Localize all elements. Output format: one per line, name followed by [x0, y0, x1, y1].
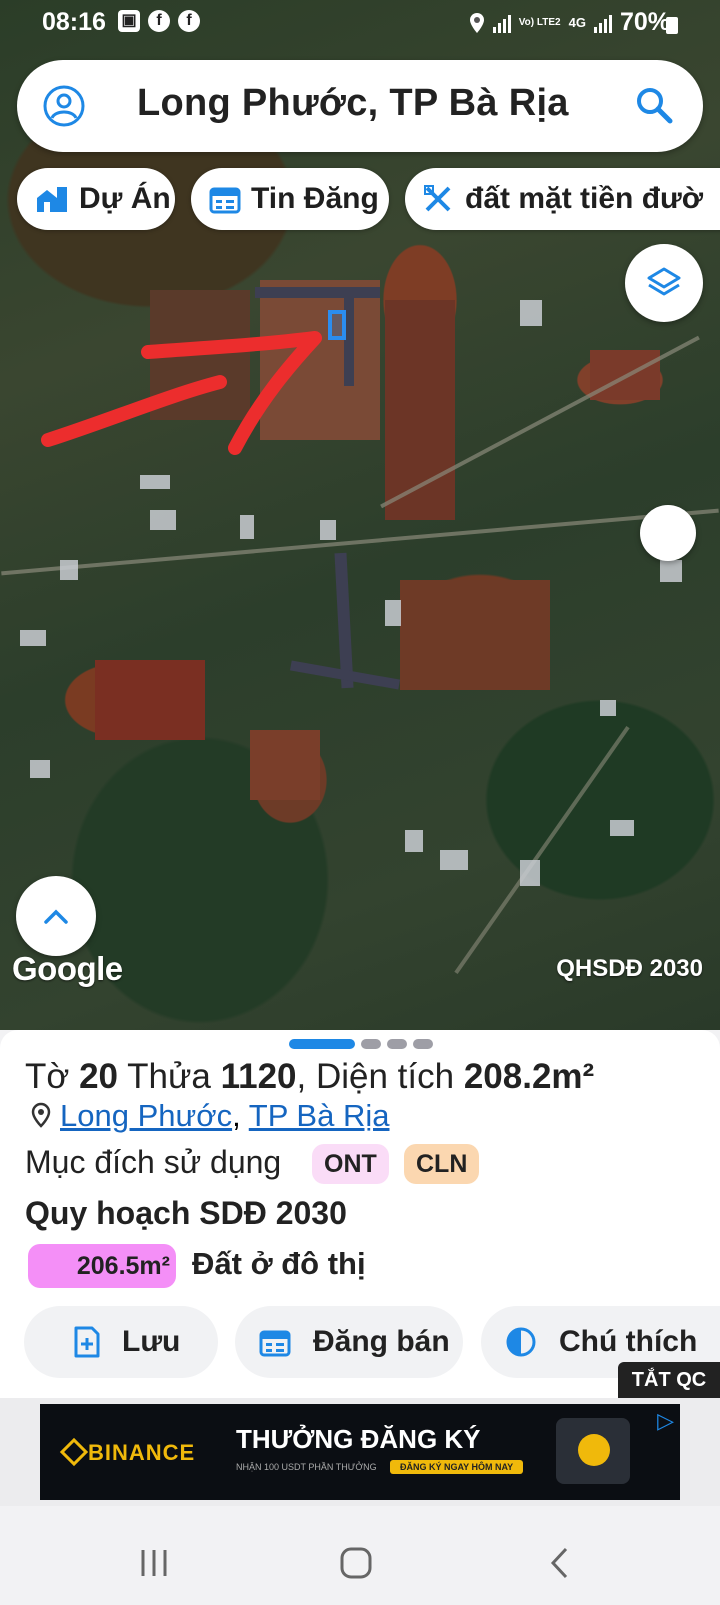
chip-label: Dự Án — [79, 182, 171, 215]
location-separator: , — [232, 1098, 241, 1133]
ad-subline: NHẬN 100 USDT PHẦN THƯỞNG — [236, 1462, 377, 1472]
chip-label: đất mặt tiền đườ — [465, 182, 704, 215]
parcel-summary: Tờ 20 Thửa 1120, Diện tích 208.2m² — [25, 1057, 594, 1097]
building-icon — [37, 187, 67, 212]
parcel-area: 208.2m² — [463, 1057, 595, 1096]
parcel-overlay — [41, 310, 346, 455]
red-arrow-tail — [41, 375, 227, 447]
parcel-location: Long Phước, TP Bà Rịa — [30, 1098, 389, 1134]
contrast-icon — [506, 1327, 536, 1357]
ad-coin-icon — [578, 1434, 610, 1466]
calendar-icon — [209, 187, 241, 214]
location-icon — [469, 12, 484, 33]
location-link-commune[interactable]: Long Phước — [60, 1098, 232, 1133]
adchoices-icon[interactable]: ▷ — [657, 1408, 674, 1434]
volte-label: Vo) LTE2 — [518, 16, 561, 28]
sheet-prefix: Tờ — [25, 1057, 70, 1096]
battery-percent: 70% — [619, 8, 670, 36]
save-button[interactable]: Lưu — [24, 1306, 218, 1378]
facebook-icon: f — [178, 10, 200, 32]
plan-area-badge: 206.5m² — [28, 1244, 176, 1288]
signal-icon — [593, 13, 612, 33]
sheet-number: 20 — [79, 1057, 119, 1096]
layers-button[interactable] — [625, 244, 703, 322]
ad-brand: BINANCE — [88, 1440, 196, 1465]
chip-label: Tin Đăng — [251, 182, 379, 215]
network-type: 4G — [568, 14, 586, 30]
area-prefix: , Diện tích — [296, 1057, 455, 1096]
planning-layer-label: QHSDĐ 2030 — [556, 955, 703, 982]
gallery-icon: ▣ — [118, 10, 140, 32]
usage-tag-cln[interactable]: CLN — [404, 1144, 480, 1184]
chip-du-an[interactable]: Dự Án — [17, 168, 175, 230]
satellite-map[interactable] — [0, 0, 720, 1030]
binance-ad[interactable]: BINANCE THƯỞNG ĐĂNG KÝ NHẬN 100 USDT PHẦ… — [40, 1404, 680, 1500]
bookmark-add-icon — [74, 1326, 100, 1358]
ad-banner-area: BINANCE THƯỞNG ĐĂNG KÝ NHẬN 100 USDT PHẦ… — [0, 1398, 720, 1506]
location-link-city[interactable]: TP Bà Rịa — [249, 1098, 390, 1133]
plan-title: Quy hoạch SDĐ 2030 — [25, 1195, 347, 1231]
account-icon[interactable] — [43, 85, 85, 127]
search-icon[interactable] — [635, 86, 673, 124]
usage-tag-ont[interactable]: ONT — [312, 1144, 389, 1184]
clock: 08:16 — [42, 8, 106, 36]
google-logo: Google — [12, 950, 123, 987]
save-button-label: Lưu — [122, 1325, 181, 1358]
back-icon[interactable] — [548, 1546, 570, 1580]
sheet-page-indicator[interactable] — [289, 1039, 433, 1049]
map-control-button[interactable] — [640, 505, 696, 561]
status-bar: 08:16 ▣ f f Vo) LTE2 4G 70% — [0, 0, 720, 52]
parcel-number: 1120 — [220, 1057, 297, 1096]
recent-apps-icon[interactable] — [138, 1546, 170, 1580]
parcel-prefix: Thửa — [127, 1057, 211, 1096]
chevron-up-icon — [44, 909, 68, 924]
ad-headline: THƯỞNG ĐĂNG KÝ — [236, 1424, 481, 1454]
selected-parcel-outline — [328, 310, 346, 340]
ad-cta[interactable]: ĐĂNG KÝ NGAY HÔM NAY — [390, 1460, 524, 1474]
search-bar[interactable]: Long Phước, TP Bà Rịa — [17, 60, 703, 152]
calendar-icon — [259, 1330, 291, 1357]
chip-dat-mat-tien[interactable]: đất mặt tiền đườ — [405, 168, 720, 230]
binance-logo-icon — [59, 1437, 89, 1467]
chip-tin-dang[interactable]: Tin Đăng — [191, 168, 389, 230]
post-sale-button[interactable]: Đăng bán — [235, 1306, 463, 1378]
usage-label: Mục đích sử dụng — [25, 1144, 282, 1180]
legend-button-label: Chú thích — [559, 1325, 698, 1358]
system-nav-bar — [0, 1506, 720, 1605]
battery-icon — [666, 17, 678, 34]
location-pin-icon — [31, 1102, 51, 1128]
plan-land-type: Đất ở đô thị — [192, 1246, 366, 1281]
expand-up-button[interactable] — [16, 876, 96, 956]
parcel-info-sheet[interactable]: Tờ 20 Thửa 1120, Diện tích 208.2m² Long … — [0, 1030, 720, 1398]
post-sale-button-label: Đăng bán — [313, 1325, 450, 1358]
facebook-icon: f — [148, 10, 170, 32]
ruler-pencil-icon — [424, 185, 451, 212]
close-ad-button[interactable]: TẮT QC — [618, 1362, 720, 1398]
home-icon[interactable] — [339, 1546, 373, 1580]
search-query[interactable]: Long Phước, TP Bà Rịa — [137, 82, 569, 125]
signal-icon — [492, 13, 511, 33]
layers-icon — [647, 267, 681, 296]
